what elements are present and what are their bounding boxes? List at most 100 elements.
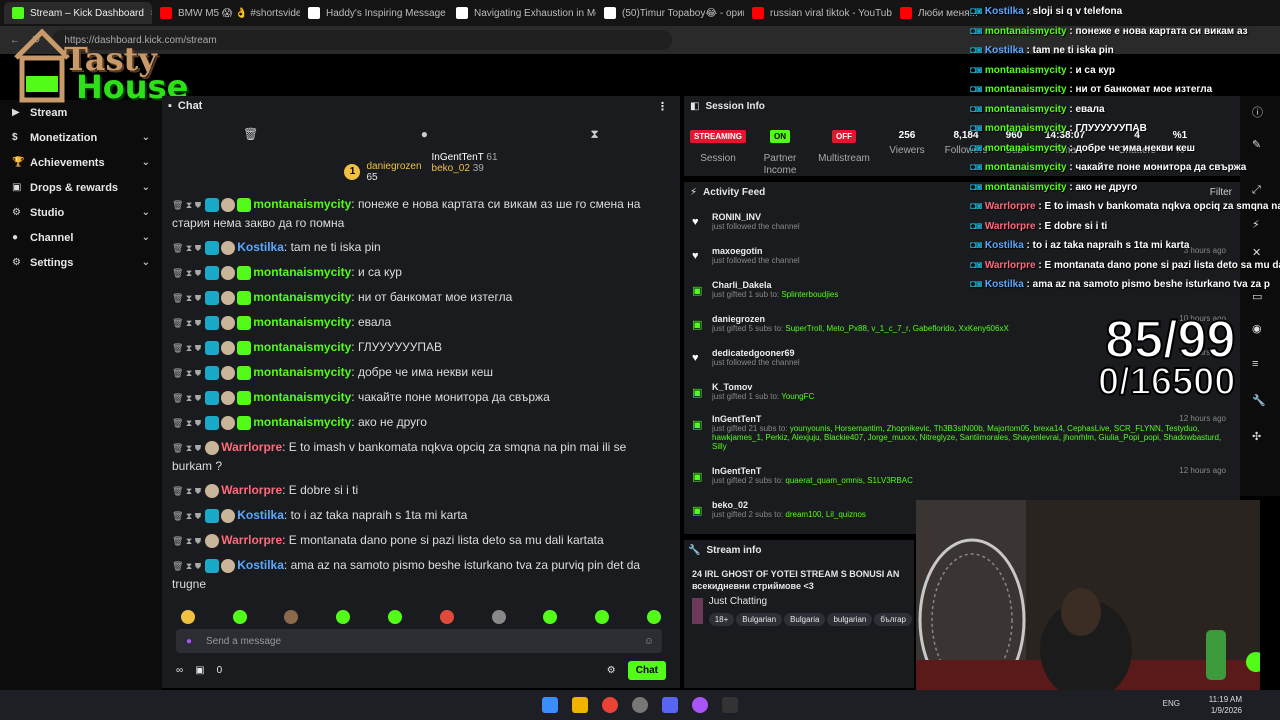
twitch-icon[interactable]	[692, 697, 708, 713]
trash-icon[interactable]: 🗑	[243, 127, 258, 141]
mod-actions-icon[interactable]: 🗑 ⧗ ⛊	[172, 443, 201, 453]
chrome-icon[interactable]	[602, 697, 618, 713]
mod-actions-icon[interactable]: 🗑 ⧗ ⛊	[172, 561, 201, 571]
emote-icon[interactable]	[543, 610, 558, 624]
mod-actions-icon[interactable]: 🗑 ⧗ ⛊	[172, 318, 201, 328]
browser-tab[interactable]: (50)Timur Topaboy😂 - оригин×	[596, 2, 744, 24]
mod-actions-icon[interactable]: 🗑 ⧗ ⛊	[172, 511, 201, 521]
session-label: Session	[700, 153, 736, 164]
emote-icon[interactable]	[284, 610, 299, 624]
file-explorer-icon[interactable]	[572, 697, 588, 713]
chat-username[interactable]: montanaismycity	[253, 265, 351, 279]
emote-icon[interactable]	[595, 610, 610, 624]
browser-tab[interactable]: Navigating Exhaustion in Mode×	[448, 2, 596, 24]
chat-username[interactable]: Warrlorpre	[221, 483, 282, 497]
sub-badge-icon	[205, 415, 220, 430]
chat-username[interactable]: Kostilka	[237, 240, 284, 254]
gift-icon: ▣	[692, 387, 703, 399]
chevron-down-icon: ⌄	[141, 207, 150, 218]
chat-settings-icon[interactable]: ⚙	[607, 665, 616, 676]
overlay-badge-icon: ◘◙	[970, 142, 985, 154]
timer-icon[interactable]: ⧗	[590, 127, 598, 142]
emote-icon[interactable]	[180, 610, 195, 624]
chat-panel: ▪ Chat ⋮ 🗑 ● ⧗ 1 daniegrozen 65 InGentTen…	[162, 96, 680, 688]
tab-label: Haddy's Inspiring Message Afte	[326, 7, 448, 19]
message-placeholder: Send a message	[206, 635, 282, 647]
mod-actions-icon[interactable]: 🗑 ⧗ ⛊	[172, 343, 201, 353]
overlay-username: montanaismycity	[984, 142, 1067, 154]
chat-username[interactable]: Warrlorpre	[221, 440, 282, 454]
wrench-rail-icon[interactable]: 🔧	[1252, 394, 1268, 410]
mod-actions-icon[interactable]: 🗑 ⧗ ⛊	[172, 268, 201, 278]
chat-username[interactable]: montanaismycity	[253, 415, 351, 429]
feed-recipients: SuperTroll, Meto_Px88, v_1_c_7_r, Gabefl…	[785, 324, 1009, 333]
stream-title-text[interactable]: 24 IRL GHOST OF YOTEI STREAM S BONUSI AN…	[684, 560, 914, 594]
feed-timestamp: 12 hours ago	[1179, 466, 1226, 475]
terminal-icon[interactable]	[722, 697, 738, 713]
stream-tag[interactable]: bulgarian	[827, 613, 873, 626]
obs-icon[interactable]	[632, 697, 648, 713]
category-name[interactable]: Just Chatting	[709, 596, 914, 607]
mod-actions-icon[interactable]: 🗑 ⧗ ⛊	[172, 536, 201, 546]
emote-icon[interactable]	[232, 610, 247, 624]
mic-icon[interactable]: ●	[186, 636, 192, 647]
sidebar-item-label: Monetization	[30, 131, 98, 144]
gift-icon: ▣	[12, 181, 22, 193]
users-icon[interactable]: ∞	[176, 665, 183, 676]
mod-actions-icon[interactable]: 🗑 ⧗ ⛊	[172, 486, 201, 496]
emote-icon[interactable]	[491, 610, 506, 624]
mod-actions-icon[interactable]: 🗑 ⧗ ⛊	[172, 243, 201, 253]
chat-menu-icon[interactable]: ⋮	[657, 100, 668, 113]
windows-start-icon[interactable]	[542, 697, 558, 713]
chat-header: ▪ Chat ⋮	[162, 96, 680, 116]
stream-tag[interactable]: 18+	[708, 613, 735, 626]
language-indicator[interactable]: ENG	[1163, 699, 1180, 708]
puzzle-icon[interactable]: ✣	[1252, 430, 1268, 446]
sidebar-item-studio[interactable]: ⚙ Studio ⌄	[0, 200, 162, 225]
chat-username[interactable]: montanaismycity	[253, 290, 351, 304]
chat-username[interactable]: Warrlorpre	[221, 533, 282, 547]
stream-tag[interactable]: Bulgaria	[784, 613, 826, 626]
mod-actions-icon[interactable]: 🗑 ⧗ ⛊	[172, 393, 201, 403]
emote-icon[interactable]	[388, 610, 403, 624]
chat-message-text: to i az taka napraih s 1ta mi karta	[290, 508, 468, 522]
emote-icon[interactable]: ●	[421, 127, 428, 141]
chat-colon: :	[283, 558, 291, 572]
heart-icon: ♥	[692, 352, 699, 364]
emote-icon[interactable]	[439, 610, 454, 624]
sidebar-item-channel[interactable]: ● Channel ⌄	[0, 225, 162, 250]
layers-icon[interactable]: ≡	[1252, 358, 1268, 374]
discord-icon[interactable]	[662, 697, 678, 713]
sidebar-item-drops[interactable]: ▣ Drops & rewards ⌄	[0, 175, 162, 200]
overlay-text: ни от банкомат мое изтегла	[1075, 84, 1213, 95]
feed-username[interactable]: InGentTenT	[712, 466, 1232, 476]
chat-username[interactable]: Kostilka	[237, 558, 284, 572]
chat-username[interactable]: Kostilka	[237, 508, 284, 522]
mod-actions-icon[interactable]: 🗑 ⧗ ⛊	[172, 293, 201, 303]
emote-icon[interactable]	[647, 610, 662, 624]
stat-session: STREAMING Session	[690, 130, 746, 164]
system-clock[interactable]: 11:19 AM 1/9/2026	[1209, 694, 1242, 716]
sidebar-item-settings[interactable]: ⚙ Settings ⌄	[0, 250, 162, 275]
stream-tag[interactable]: Bulgarian	[736, 613, 783, 626]
chat-send-button[interactable]: Chat	[627, 660, 666, 680]
mod-actions-icon[interactable]: 🗑 ⧗ ⛊	[172, 200, 201, 210]
feed-username[interactable]: InGentTenT	[712, 414, 1232, 424]
message-input[interactable]: ● Send a message ☺	[176, 629, 662, 653]
chat-username[interactable]: montanaismycity	[253, 315, 351, 329]
mod-actions-icon[interactable]: 🗑 ⧗ ⛊	[172, 368, 201, 378]
broadcast-icon[interactable]: ◉	[1252, 322, 1268, 338]
gift-icon: ▣	[692, 505, 703, 517]
browser-tab[interactable]: russian viral tiktok - YouTube×	[744, 2, 892, 24]
sidebar-item-monetization[interactable]: $ Monetization ⌄	[0, 125, 162, 150]
mod-actions-icon[interactable]: 🗑 ⧗ ⛊	[172, 418, 201, 428]
chat-username[interactable]: montanaismycity	[253, 365, 351, 379]
sidebar-item-achievements[interactable]: 🏆 Achievements ⌄	[0, 150, 162, 175]
chat-username[interactable]: montanaismycity	[253, 197, 351, 211]
chat-username[interactable]: montanaismycity	[253, 340, 351, 354]
browser-tab[interactable]: Haddy's Inspiring Message Afte×	[300, 2, 448, 24]
emoji-icon[interactable]: ☺	[644, 636, 654, 647]
emote-icon[interactable]	[336, 610, 351, 624]
stream-tag[interactable]: българ	[874, 613, 912, 626]
chat-username[interactable]: montanaismycity	[253, 390, 351, 404]
